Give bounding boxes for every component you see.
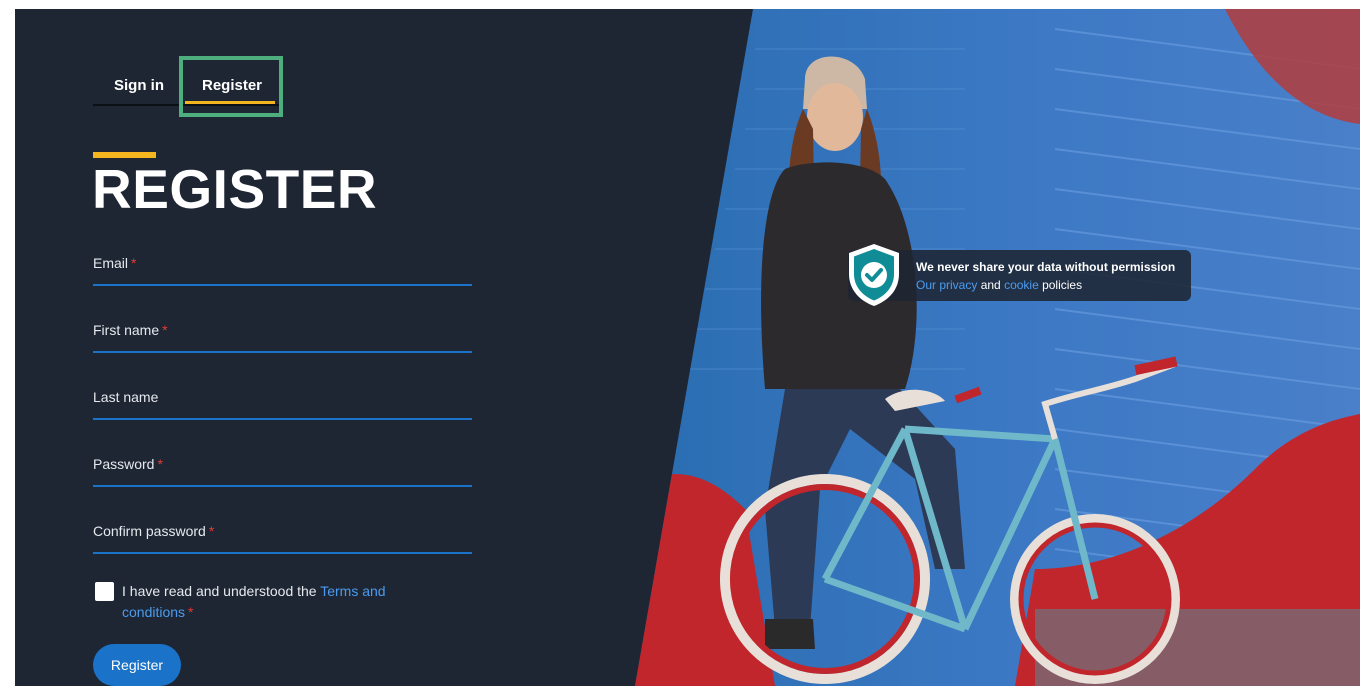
- email-field[interactable]: Email *: [93, 250, 476, 286]
- register-tab-highlight: [179, 56, 283, 117]
- password-field[interactable]: Password *: [93, 451, 476, 487]
- terms-checkbox[interactable]: [95, 582, 114, 601]
- terms-text: I have read and understood the Terms and…: [122, 583, 386, 620]
- cookie-policy-link[interactable]: cookie: [1004, 278, 1039, 292]
- password-input[interactable]: [93, 451, 476, 487]
- page-frame: Sign in Register REGISTER Email * First n…: [15, 9, 1360, 686]
- tab-sign-in[interactable]: Sign in: [114, 72, 164, 104]
- privacy-policy-link[interactable]: Our privacy: [916, 278, 977, 292]
- privacy-badge: We never share your data without permiss…: [848, 244, 1191, 306]
- last-name-field[interactable]: Last name: [93, 384, 476, 420]
- first-name-field[interactable]: First name *: [93, 317, 476, 353]
- confirm-password-field[interactable]: Confirm password *: [93, 518, 476, 554]
- last-name-input[interactable]: [93, 384, 476, 420]
- register-panel: Sign in Register REGISTER Email * First n…: [15, 9, 755, 686]
- first-name-input[interactable]: [93, 317, 476, 353]
- hero-illustration: [635, 9, 1360, 686]
- hero-image: [635, 9, 1360, 686]
- shield-check-icon: [849, 244, 899, 306]
- confirm-password-input[interactable]: [93, 518, 476, 554]
- page-title: REGISTER: [92, 158, 378, 220]
- register-button[interactable]: Register: [93, 644, 181, 686]
- email-input[interactable]: [93, 250, 476, 286]
- required-mark: *: [188, 604, 194, 620]
- privacy-headline: We never share your data without permiss…: [916, 260, 1176, 274]
- privacy-links: Our privacy and cookie policies: [916, 278, 1083, 292]
